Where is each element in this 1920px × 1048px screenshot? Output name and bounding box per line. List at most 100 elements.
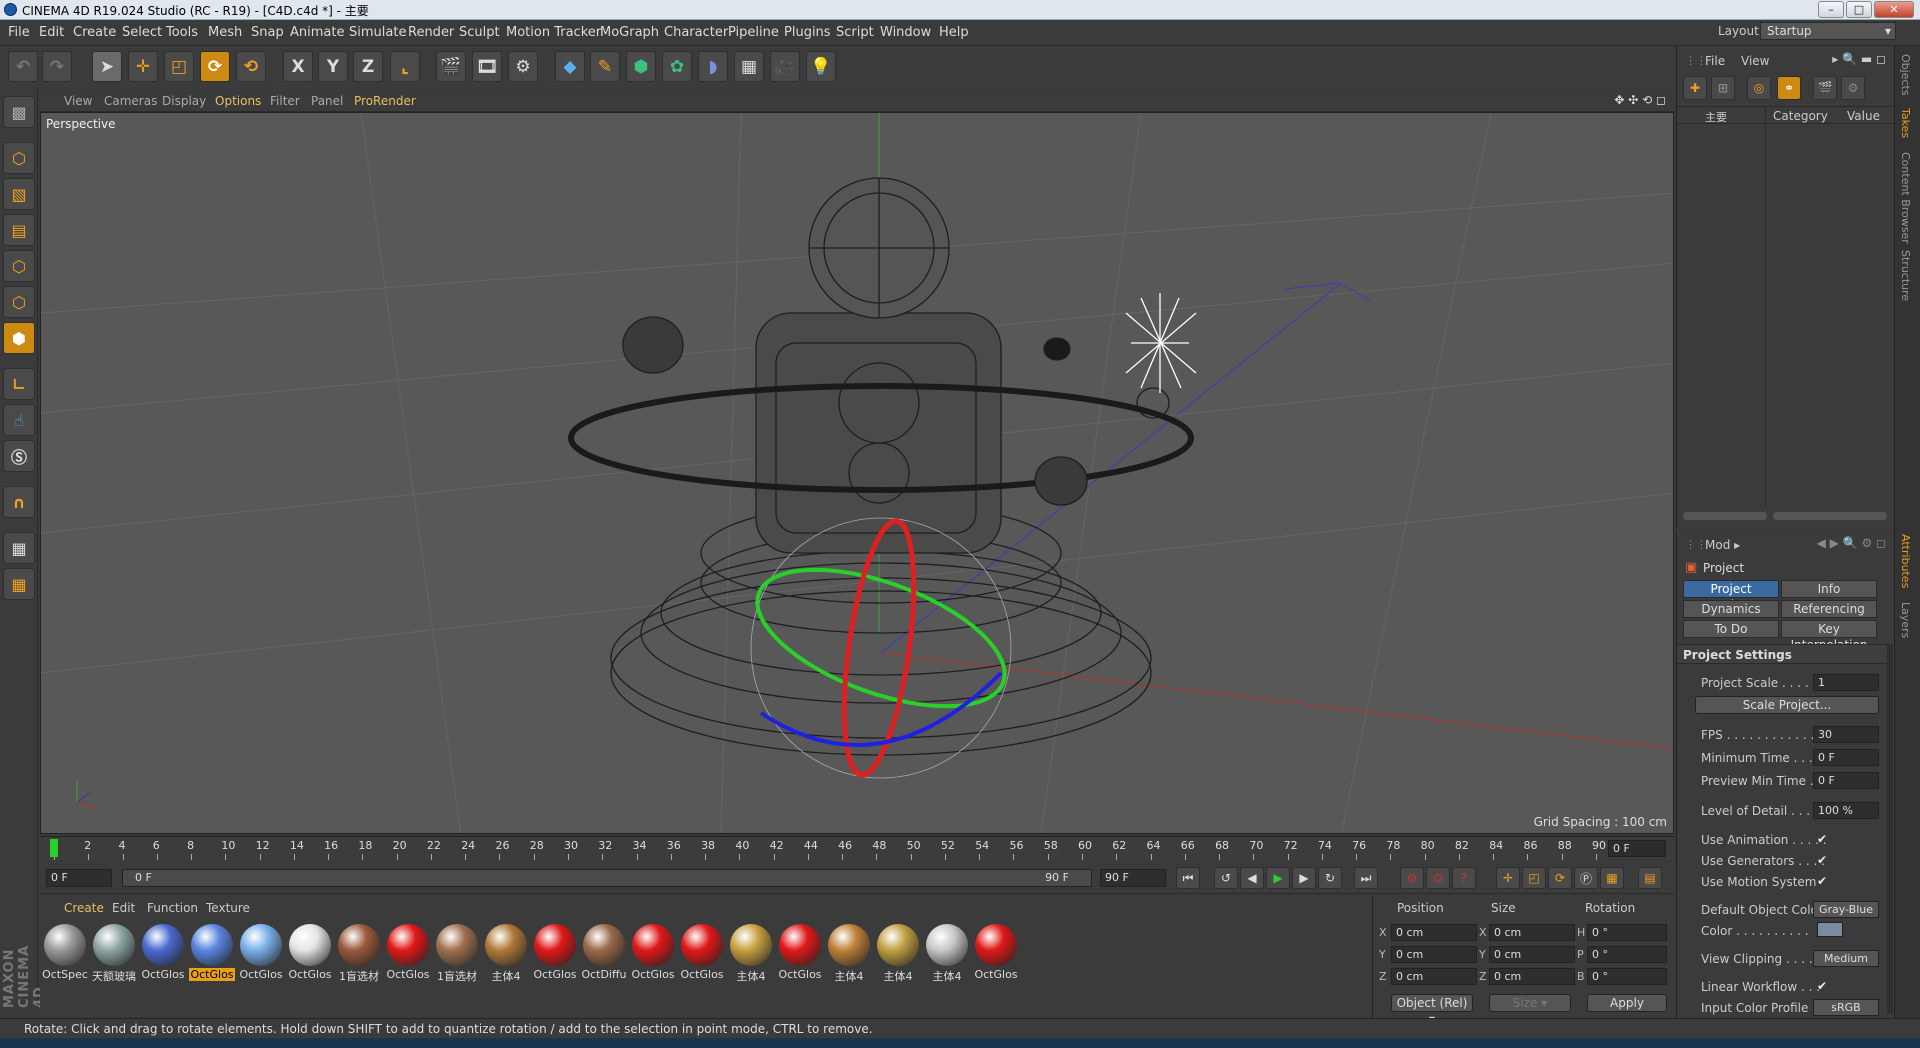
render-settings-button[interactable]: ⚙ xyxy=(508,51,538,82)
minimize-button[interactable]: – xyxy=(1818,1,1844,18)
right-scrollbar[interactable] xyxy=(1773,512,1887,520)
material-swatch[interactable]: OctGlos xyxy=(630,924,676,986)
color-swatch[interactable] xyxy=(1817,922,1843,937)
make-editable-icon[interactable]: ▩ xyxy=(3,96,35,128)
tab-takes[interactable]: Takes xyxy=(1899,108,1912,138)
material-swatch[interactable]: 天额玻璃 xyxy=(91,924,137,986)
current-frame-field[interactable]: 0 F xyxy=(1608,840,1666,857)
tab-layers[interactable]: Layers xyxy=(1899,602,1912,638)
use-animation-checkbox[interactable]: ✔ xyxy=(1817,832,1827,846)
menu-mesh[interactable]: Mesh xyxy=(208,25,242,40)
x-axis-lock-button[interactable]: X xyxy=(283,51,313,82)
use-motion-system-checkbox[interactable]: ✔ xyxy=(1817,874,1827,888)
next-key-button[interactable]: ↻ xyxy=(1318,867,1342,889)
coordinate-system-button[interactable]: ⌞ xyxy=(390,51,420,82)
key-rotation-button[interactable]: ⟳ xyxy=(1548,867,1572,889)
viewport-menu-view[interactable]: View xyxy=(64,94,92,108)
use-generators-checkbox[interactable]: ✔ xyxy=(1817,853,1827,867)
menu-edit[interactable]: Edit xyxy=(39,25,64,40)
preview-range-slider[interactable]: 0 F 90 F xyxy=(122,869,1092,887)
linear-workflow-checkbox[interactable]: ✔ xyxy=(1817,979,1827,993)
scale-project-button[interactable]: Scale Project... xyxy=(1695,696,1879,714)
z-axis-lock-button[interactable]: Z xyxy=(353,51,383,82)
material-swatch[interactable]: 主体4 xyxy=(483,924,529,986)
material-menu-create[interactable]: Create xyxy=(64,901,104,915)
points-mode-icon[interactable]: ⬡ xyxy=(3,250,35,282)
timeline-ruler[interactable]: 0246810121416182022242628303234363840424… xyxy=(40,836,1674,860)
attribute-mode-menu[interactable]: Mod ▸ xyxy=(1705,538,1740,552)
render-view-button[interactable]: 🎬 xyxy=(436,51,466,82)
material-swatch[interactable]: 1盲选材 xyxy=(434,924,480,986)
menu-plugins[interactable]: Plugins xyxy=(784,25,831,40)
menu-create[interactable]: Create xyxy=(73,25,116,40)
rotate-tool-button[interactable]: ⟳ xyxy=(200,51,230,82)
cloner-button[interactable]: ✿ xyxy=(662,51,692,82)
texture-mode-icon[interactable]: ▧ xyxy=(3,178,35,210)
tab-objects[interactable]: Objects xyxy=(1899,54,1912,96)
undo-button[interactable]: ↶ xyxy=(8,51,38,82)
floor-button[interactable]: ▦ xyxy=(734,51,764,82)
y-axis-lock-button[interactable]: Y xyxy=(318,51,348,82)
viewport-menu-panel[interactable]: Panel xyxy=(311,94,343,108)
key-parameter-button[interactable]: Ⓟ xyxy=(1574,867,1598,889)
position-y-field[interactable]: 0 cm xyxy=(1391,946,1477,963)
minimum-time-field[interactable]: 0 F xyxy=(1813,749,1879,766)
menu-animate[interactable]: Animate xyxy=(290,25,344,40)
model-mode-icon[interactable]: ⬡ xyxy=(3,142,35,174)
material-swatch[interactable]: OctGlos xyxy=(238,924,284,986)
planar-workplane-icon[interactable]: ▦ xyxy=(3,568,35,600)
keyframe-selection-button[interactable]: ? xyxy=(1452,867,1476,889)
fps-field[interactable]: 30 xyxy=(1813,726,1879,743)
light-button[interactable]: 💡 xyxy=(806,51,836,82)
menu-file[interactable]: File xyxy=(8,25,30,40)
material-swatch[interactable]: OctGlos xyxy=(189,924,235,986)
take-auto-icon[interactable]: ⚭ xyxy=(1777,76,1801,100)
autokey-button[interactable]: ⊙ xyxy=(1426,867,1450,889)
menu-sculpt[interactable]: Sculpt xyxy=(459,25,500,40)
position-z-field[interactable]: 0 cm xyxy=(1391,968,1477,985)
tab-attributes[interactable]: Attributes xyxy=(1899,534,1912,588)
menu-window[interactable]: Window xyxy=(880,25,931,40)
object-menu-file[interactable]: File xyxy=(1705,54,1725,68)
viewport-nav-icons[interactable]: ✥ ✣ ⟲ ◻ xyxy=(1614,93,1666,107)
material-menu-function[interactable]: Function xyxy=(147,901,198,915)
menu-simulate[interactable]: Simulate xyxy=(349,25,406,40)
material-swatch[interactable]: OctGlos xyxy=(140,924,186,986)
take-add-icon[interactable]: ✚ xyxy=(1683,76,1707,100)
take-render-icon[interactable]: 🎬 xyxy=(1813,76,1837,100)
select-tool-button[interactable]: ➤ xyxy=(92,51,122,82)
key-scale-button[interactable]: ◰ xyxy=(1522,867,1546,889)
menu-pipeline[interactable]: Pipeline xyxy=(728,25,779,40)
previous-key-button[interactable]: ↺ xyxy=(1214,867,1238,889)
material-swatch[interactable]: 主体4 xyxy=(924,924,970,986)
takes-tree-item[interactable]: 主要 xyxy=(1705,109,1727,125)
go-to-start-button[interactable]: ⏮ xyxy=(1176,867,1200,889)
render-picture-viewer-button[interactable]: 🎞 xyxy=(472,51,502,82)
viewport-menu-display[interactable]: Display xyxy=(162,94,206,108)
menu-motion-tracker[interactable]: Motion Tracker xyxy=(506,25,601,40)
recent-tool-button[interactable]: ⟲ xyxy=(236,51,266,82)
size-mode-dropdown[interactable]: Size ▾ xyxy=(1489,994,1571,1012)
material-swatch[interactable]: 主体4 xyxy=(875,924,921,986)
material-swatch[interactable]: OctGlos xyxy=(385,924,431,986)
deformer-button[interactable]: ◗ xyxy=(698,51,728,82)
material-swatch[interactable]: OctGlos xyxy=(679,924,725,986)
maximize-button[interactable]: □ xyxy=(1846,1,1872,18)
rotation-b-field[interactable]: 0 ° xyxy=(1587,968,1667,985)
move-tool-button[interactable]: ✛ xyxy=(128,51,158,82)
timeline-window-button[interactable]: ▤ xyxy=(1638,867,1662,889)
menu-render[interactable]: Render xyxy=(408,25,454,40)
material-swatch[interactable]: 主体4 xyxy=(728,924,774,986)
project-scale-field[interactable]: 1 xyxy=(1813,674,1879,691)
size-x-field[interactable]: 0 cm xyxy=(1489,924,1575,941)
preview-min-time-field[interactable]: 0 F xyxy=(1813,772,1879,789)
axis-mode-icon[interactable]: ∟ xyxy=(3,368,35,400)
object-menu-view[interactable]: View xyxy=(1741,54,1769,68)
menu-select[interactable]: Select xyxy=(122,25,162,40)
material-swatch[interactable]: OctGlos xyxy=(777,924,823,986)
take-override-icon[interactable]: ◎ xyxy=(1747,76,1771,100)
tab-to-do[interactable]: To Do xyxy=(1683,620,1779,638)
edges-mode-icon[interactable]: ⬡ xyxy=(3,286,35,318)
tab-dynamics[interactable]: Dynamics xyxy=(1683,600,1779,618)
material-swatch[interactable]: OctSpec xyxy=(42,924,88,986)
